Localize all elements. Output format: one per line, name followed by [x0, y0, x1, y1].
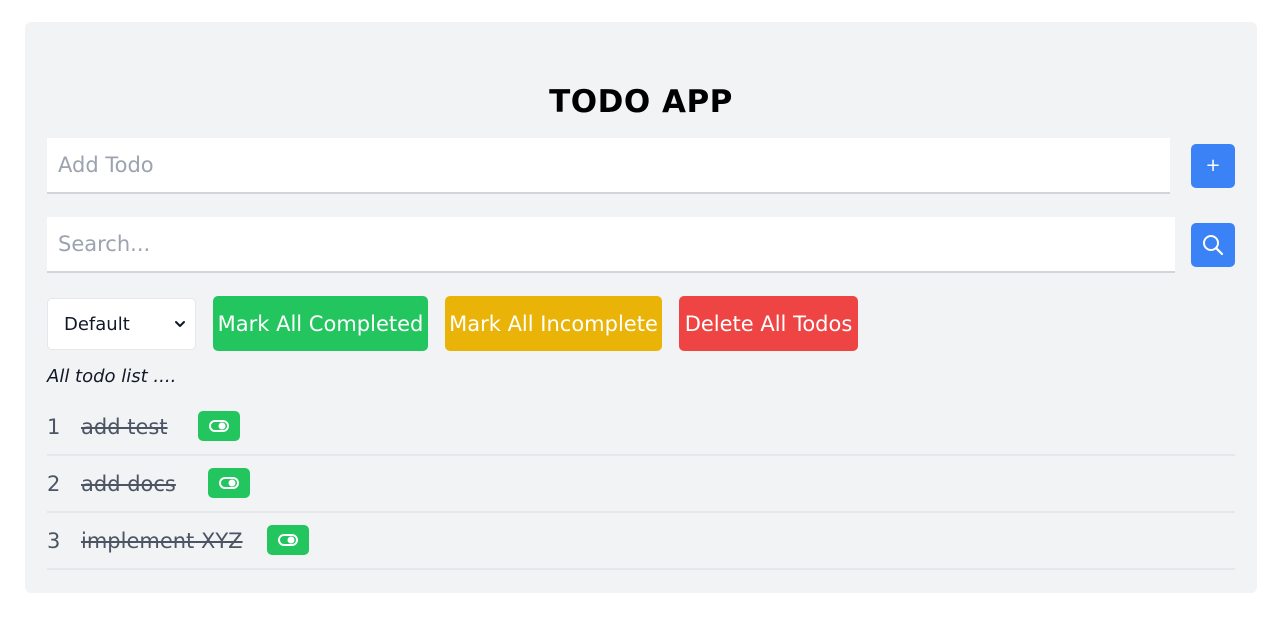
todo-text: add docs	[81, 472, 176, 496]
mark-all-incomplete-button[interactable]: Mark All Incomplete	[445, 296, 662, 351]
chevron-down-icon	[175, 321, 185, 327]
toggle-on-icon	[219, 477, 239, 489]
toggle-todo-button[interactable]	[208, 468, 250, 498]
mark-all-completed-button[interactable]: Mark All Completed	[213, 296, 428, 351]
page-title: TODO APP	[549, 84, 733, 120]
todo-item: 1 add test	[47, 399, 1235, 456]
todo-text: implement XYZ	[81, 529, 243, 553]
todo-number: 3	[47, 529, 61, 553]
filter-select[interactable]: Default	[47, 298, 196, 350]
delete-all-todos-button[interactable]: Delete All Todos	[679, 296, 858, 351]
todo-item: 2 add docs	[47, 456, 1235, 513]
add-todo-button[interactable]: +	[1191, 144, 1235, 188]
todo-number: 1	[47, 415, 61, 439]
todo-text: add test	[81, 415, 168, 439]
toggle-todo-button[interactable]	[198, 411, 240, 441]
search-button[interactable]	[1191, 223, 1235, 267]
todo-item: 3 implement XYZ	[47, 513, 1235, 570]
search-icon	[1203, 235, 1224, 256]
toggle-on-icon	[209, 420, 229, 432]
list-subtitle: All todo list ....	[47, 366, 177, 387]
search-input[interactable]	[47, 217, 1175, 273]
todo-number: 2	[47, 472, 61, 496]
toggle-todo-button[interactable]	[267, 525, 309, 555]
add-todo-input[interactable]	[47, 138, 1170, 194]
toggle-on-icon	[278, 534, 298, 546]
filter-selected-value: Default	[64, 313, 130, 335]
plus-icon: +	[1205, 155, 1221, 176]
